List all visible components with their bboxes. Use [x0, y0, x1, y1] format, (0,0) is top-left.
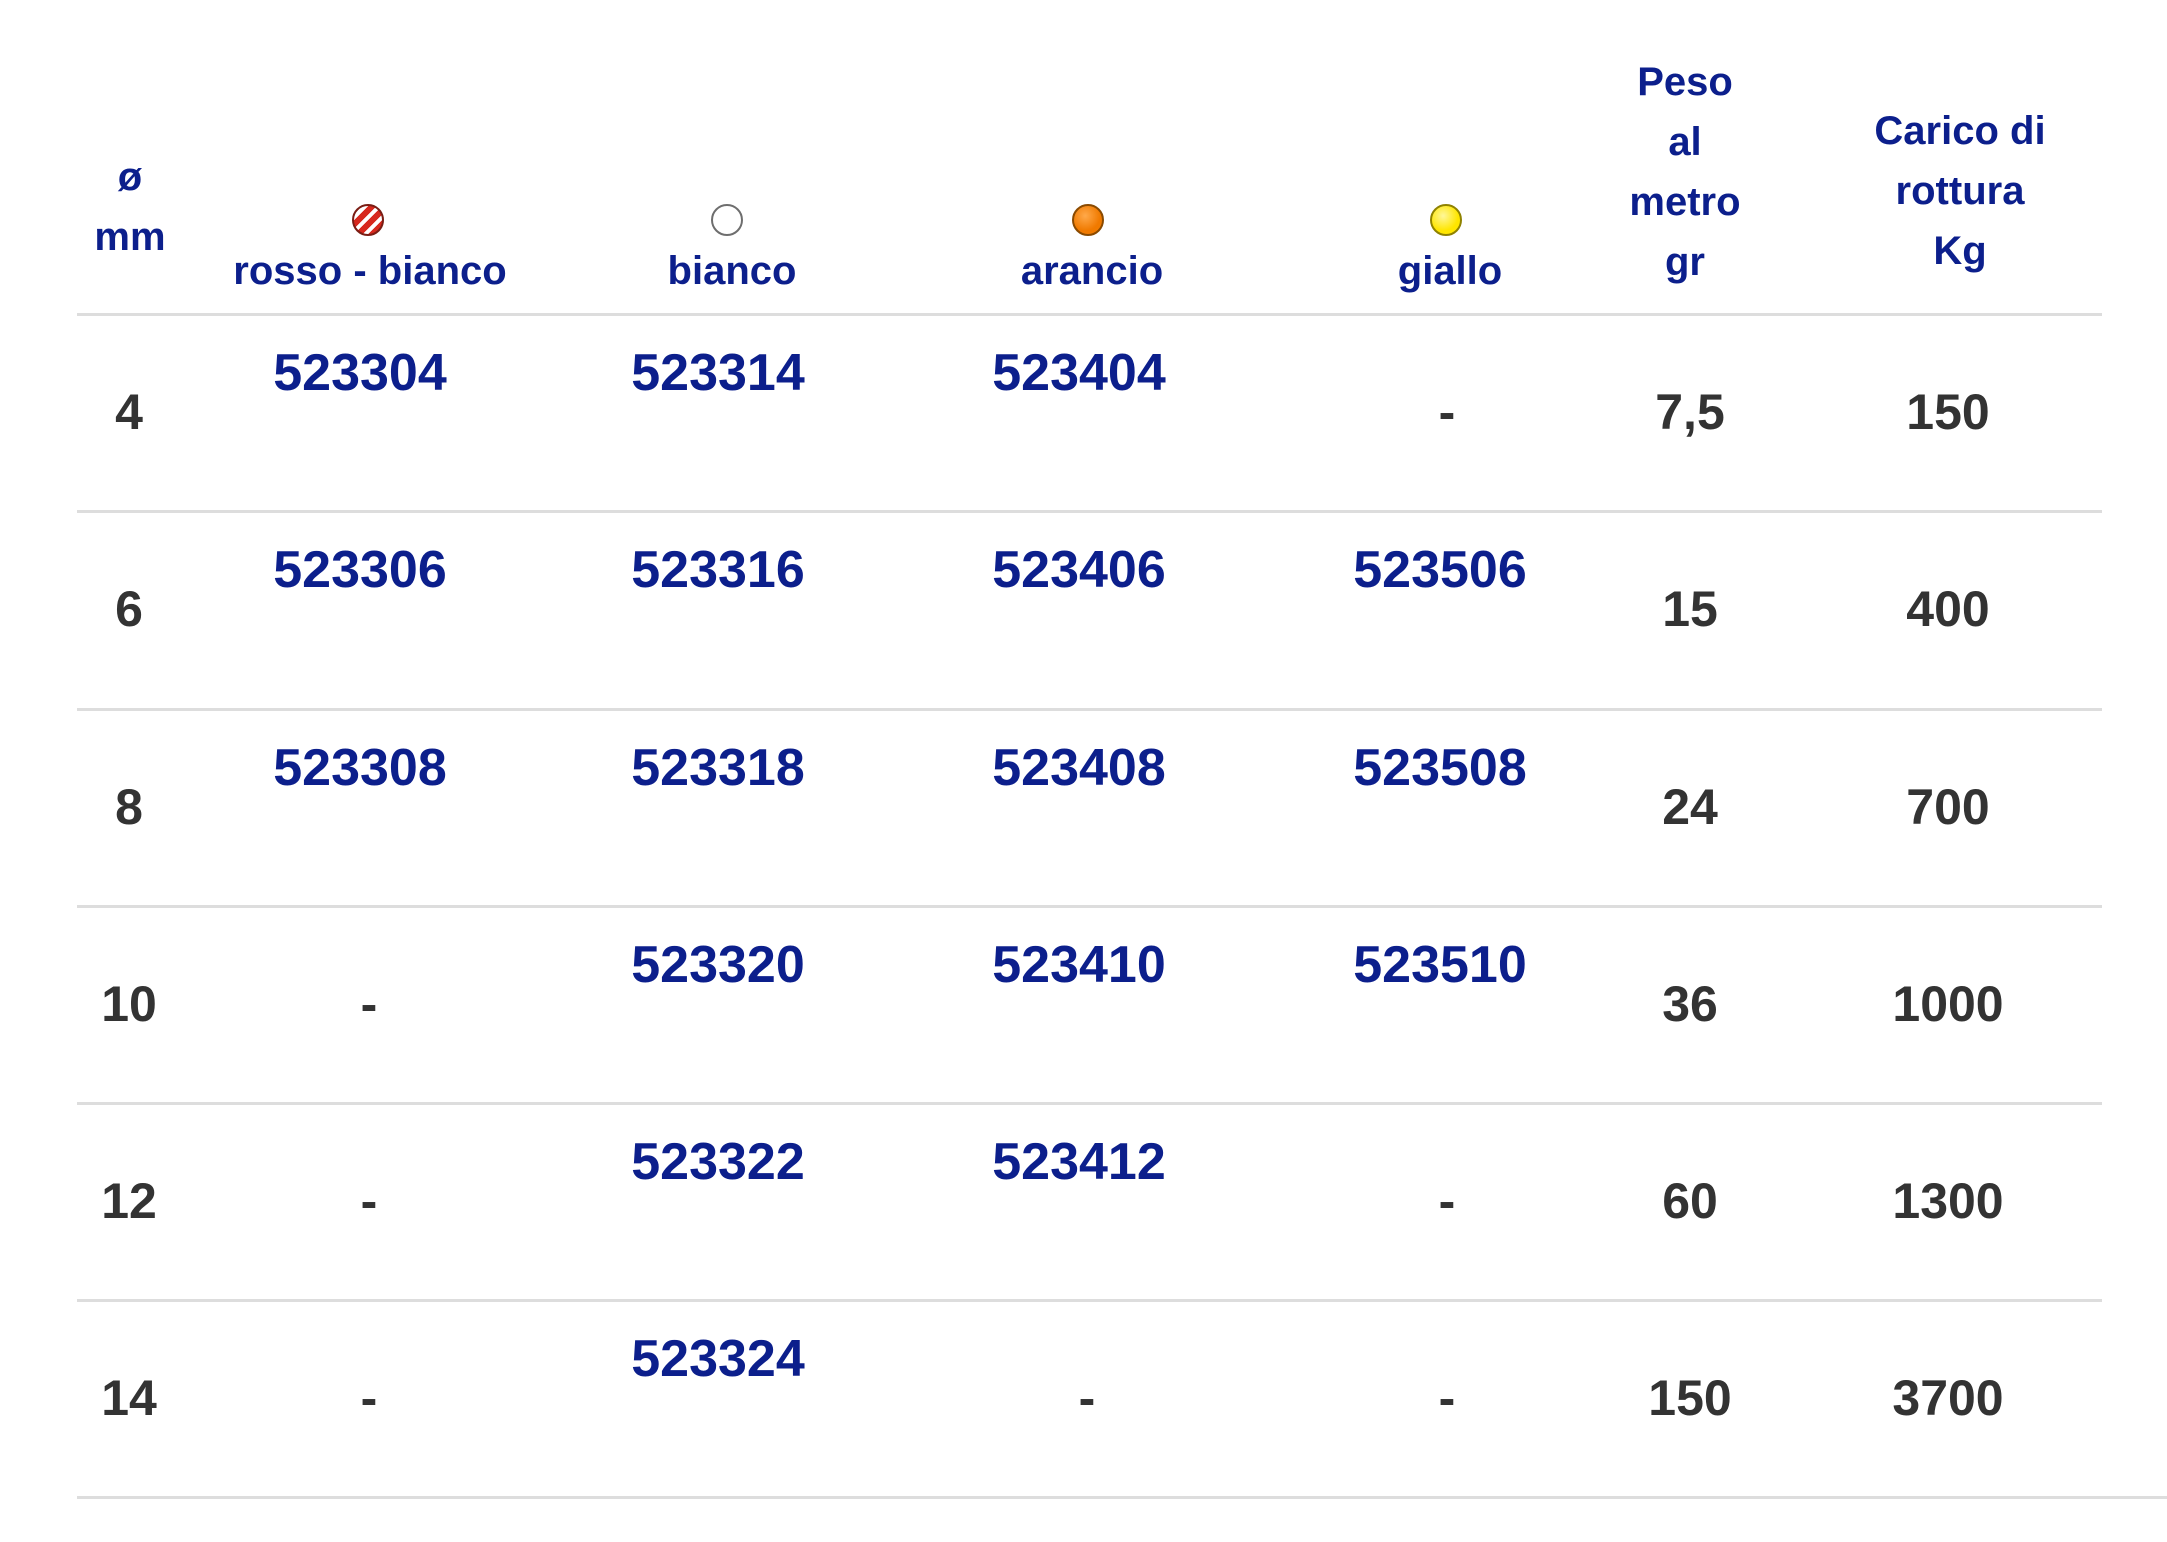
- cell-diameter: 14: [101, 1370, 157, 1426]
- table-row: 12 - 523322 523412 - 60 1300: [0, 1105, 2167, 1302]
- cell-code-empty: -: [1438, 1370, 1456, 1426]
- cell-product-code: 523314: [631, 344, 805, 402]
- header-color-arancio: arancio: [1020, 249, 1164, 293]
- header-load-line: Carico di: [1874, 109, 2046, 153]
- red-white-ball-icon: [352, 204, 384, 236]
- header-load-line: Kg: [1933, 229, 1987, 273]
- cell-product-code: 523316: [631, 541, 805, 599]
- cell-code-empty: -: [360, 1370, 378, 1426]
- cell-weight: 36: [1662, 976, 1718, 1032]
- table-row: 10 - 523320 523410 523510 36 1000: [0, 908, 2167, 1105]
- cell-breaking-load: 1000: [1892, 976, 2004, 1032]
- cell-weight: 150: [1648, 1370, 1732, 1426]
- cell-product-code: 523304: [273, 344, 447, 402]
- cell-product-code: 523408: [992, 739, 1166, 797]
- cell-breaking-load: 1300: [1892, 1173, 2004, 1229]
- cell-diameter: 6: [115, 581, 143, 637]
- cell-diameter: 10: [101, 976, 157, 1032]
- cell-product-code: 523406: [992, 541, 1166, 599]
- yellow-ball-icon: [1430, 204, 1462, 236]
- cell-weight: 24: [1662, 779, 1718, 835]
- header-weight-line: metro: [1629, 180, 1741, 224]
- cell-product-code: 523320: [631, 936, 805, 994]
- white-ball-icon: [711, 204, 743, 236]
- cell-breaking-load: 400: [1906, 581, 1990, 637]
- cell-code-empty: -: [360, 1173, 378, 1229]
- header-diameter: ø mm: [80, 147, 180, 267]
- table-row: 4 523304 523314 523404 - 7,5 150: [0, 316, 2167, 513]
- product-table: ø mm rosso - bianco bianco arancio giall…: [0, 0, 2167, 1542]
- cell-product-code: 523324: [631, 1330, 805, 1388]
- header-load-line: rottura: [1895, 169, 2025, 213]
- header-weight-line: gr: [1665, 240, 1705, 284]
- header-diameter-line: ø: [117, 155, 143, 199]
- cell-product-code: 523318: [631, 739, 805, 797]
- header-weight-line: Peso: [1637, 60, 1733, 104]
- header-weight-line: al: [1668, 120, 1702, 164]
- cell-breaking-load: 3700: [1892, 1370, 2004, 1426]
- header-weight: Peso al metro gr: [1590, 52, 1780, 292]
- cell-weight: 60: [1662, 1173, 1718, 1229]
- cell-product-code: 523510: [1353, 936, 1527, 994]
- cell-code-empty: -: [360, 976, 378, 1032]
- header-color-rosso-bianco: rosso - bianco: [233, 249, 507, 293]
- cell-breaking-load: 150: [1906, 384, 1990, 440]
- cell-product-code: 523322: [631, 1133, 805, 1191]
- cell-product-code: 523306: [273, 541, 447, 599]
- cell-product-code: 523506: [1353, 541, 1527, 599]
- cell-diameter: 8: [115, 779, 143, 835]
- cell-product-code: 523404: [992, 344, 1166, 402]
- cell-product-code: 523412: [992, 1133, 1166, 1191]
- table-row: 14 - 523324 - - 150 3700: [0, 1302, 2167, 1499]
- cell-code-empty: -: [1438, 384, 1456, 440]
- cell-product-code: 523410: [992, 936, 1166, 994]
- table-row: 8 523308 523318 523408 523508 24 700: [0, 711, 2167, 908]
- cell-product-code: 523308: [273, 739, 447, 797]
- cell-weight: 15: [1662, 581, 1718, 637]
- cell-code-empty: -: [1078, 1370, 1096, 1426]
- header-color-bianco: bianco: [667, 249, 797, 293]
- cell-diameter: 4: [115, 384, 143, 440]
- cell-diameter: 12: [101, 1173, 157, 1229]
- table-row: 6 523306 523316 523406 523506 15 400: [0, 513, 2167, 710]
- cell-breaking-load: 700: [1906, 779, 1990, 835]
- header-breaking-load: Carico di rottura Kg: [1830, 101, 2090, 281]
- header-diameter-line: mm: [94, 215, 166, 259]
- orange-ball-icon: [1072, 204, 1104, 236]
- header-color-giallo: giallo: [1397, 249, 1503, 293]
- cell-weight: 7,5: [1655, 384, 1725, 440]
- cell-code-empty: -: [1438, 1173, 1456, 1229]
- cell-product-code: 523508: [1353, 739, 1527, 797]
